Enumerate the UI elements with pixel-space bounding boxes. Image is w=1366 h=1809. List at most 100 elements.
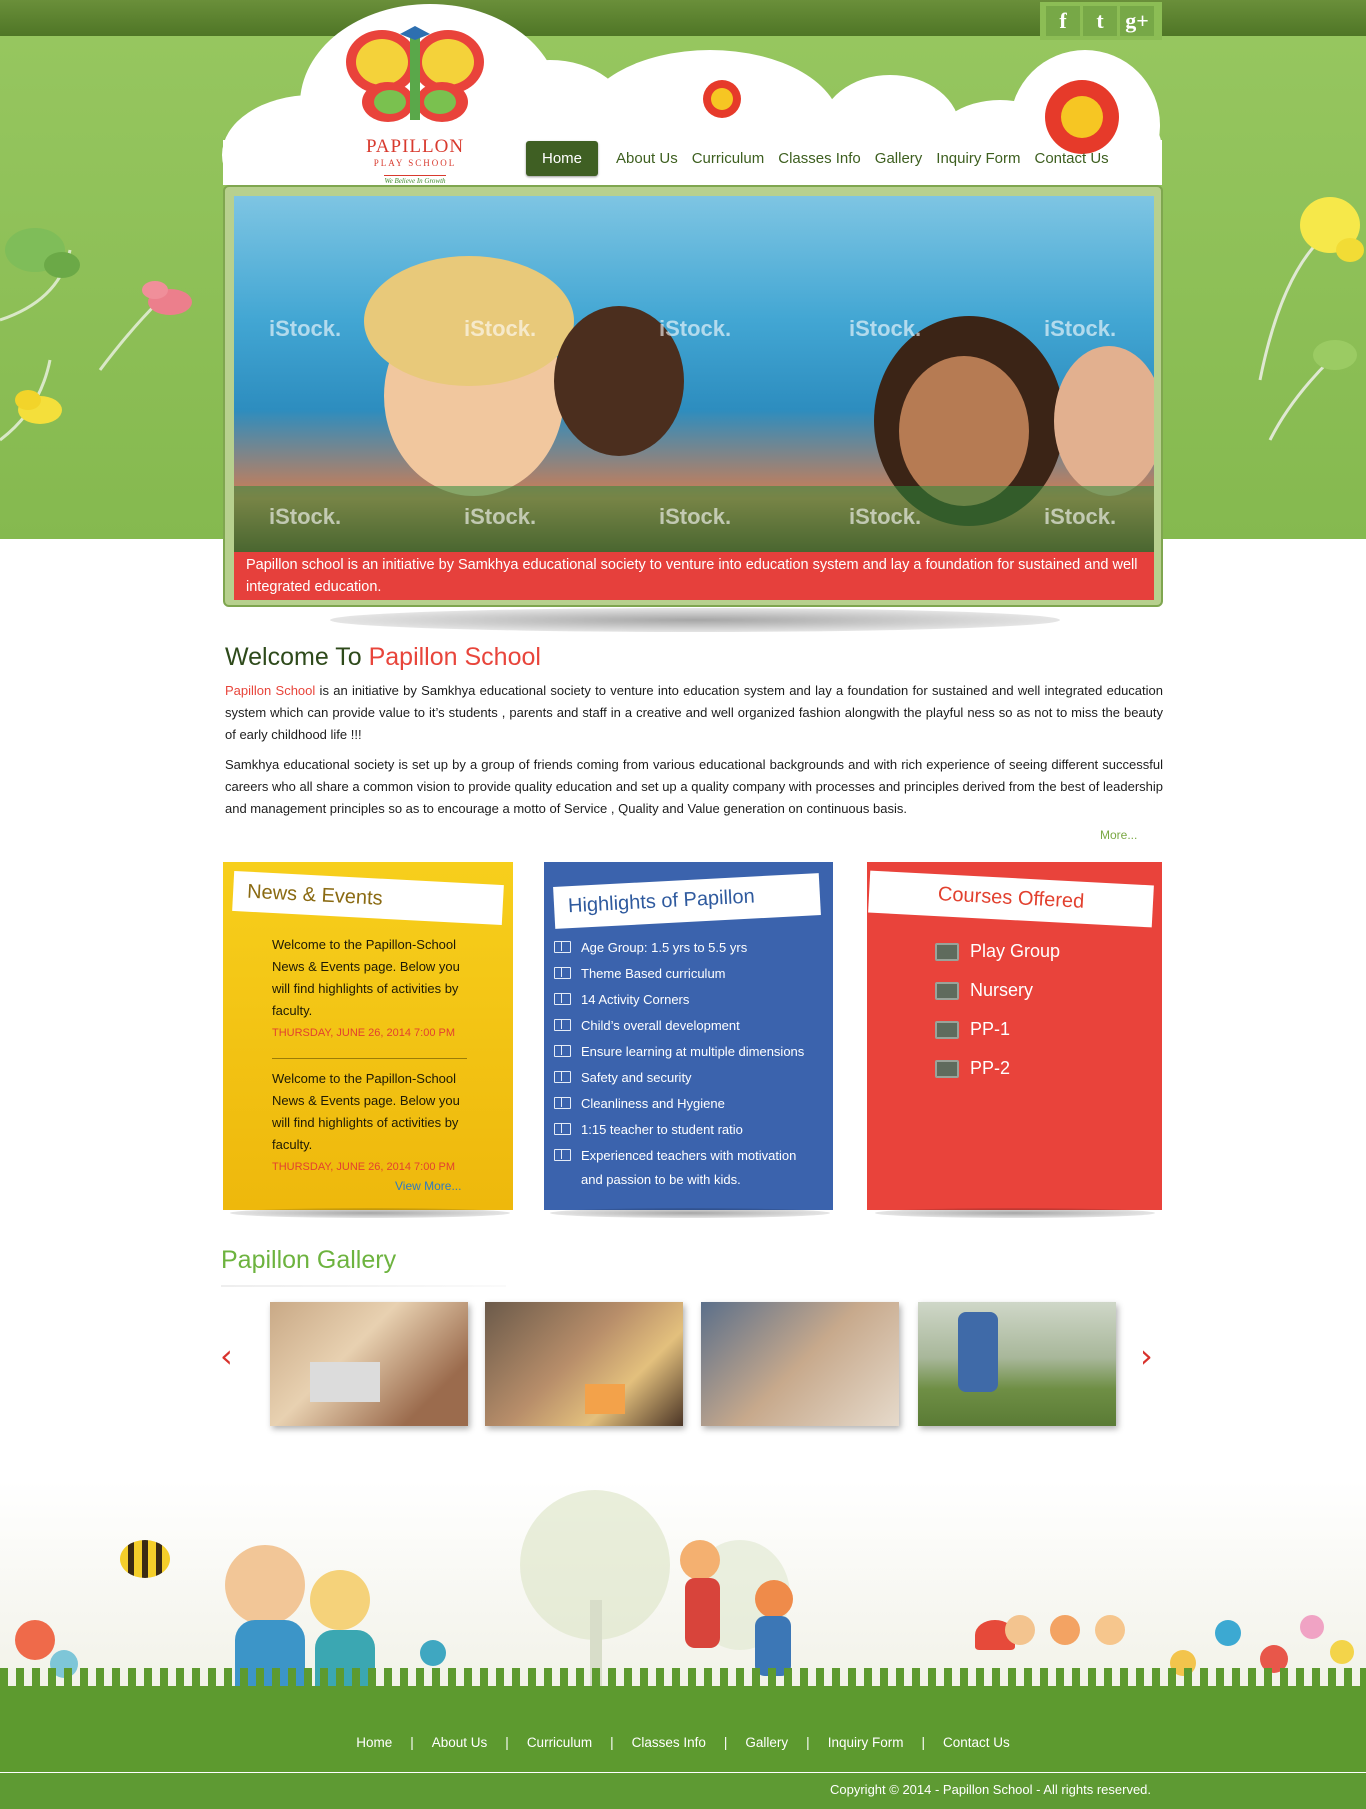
box-shadow — [550, 1208, 830, 1218]
watermark: iStock. — [464, 504, 537, 529]
courses-title: Courses Offered — [868, 870, 1154, 928]
copyright-text: Copyright © 2014 - Papillon School - All… — [830, 1782, 1152, 1797]
courses-box: Courses Offered Play Group Nursery PP-1 … — [867, 862, 1162, 1210]
highlights-continuation: and passion to be with kids. — [581, 1172, 741, 1187]
sun-icon — [703, 80, 741, 118]
butterfly-kites-left — [0, 228, 192, 442]
site-logo[interactable]: PAPILLON PLAY SCHOOL We Believe In Growt… — [340, 20, 490, 185]
box-shadow — [230, 1208, 510, 1218]
footer-nav-inquiry-form[interactable]: Inquiry Form — [828, 1735, 904, 1750]
news-item[interactable]: Welcome to the Papillon-School News & Ev… — [272, 1068, 467, 1178]
gallery-next-arrow[interactable]: › — [1140, 1340, 1164, 1372]
book-icon — [554, 967, 571, 979]
gallery-thumbnail[interactable] — [485, 1302, 683, 1426]
footer-separator: | — [610, 1735, 614, 1750]
watermark: iStock. — [1044, 504, 1117, 529]
nav-curriculum[interactable]: Curriculum — [685, 150, 772, 167]
news-date: THURSDAY, JUNE 26, 2014 7:00 PM — [272, 1027, 456, 1039]
course-item[interactable]: PP-2 — [935, 1049, 1060, 1088]
more-link[interactable]: More... — [1100, 828, 1137, 842]
butterfly-logo-icon — [346, 26, 484, 122]
google-plus-icon[interactable]: g+ — [1120, 6, 1154, 36]
book-icon — [554, 1019, 571, 1031]
nav-inquiry-form[interactable]: Inquiry Form — [929, 150, 1027, 167]
footer-nav-home[interactable]: Home — [356, 1735, 392, 1750]
watermark: iStock. — [1044, 316, 1117, 341]
course-item[interactable]: Play Group — [935, 932, 1060, 971]
highlights-title: Highlights of Papillon — [553, 873, 821, 929]
course-item[interactable]: PP-1 — [935, 1010, 1060, 1049]
course-icon — [935, 1020, 959, 1039]
highlights-box: Highlights of Papillon Age Group: 1.5 yr… — [544, 862, 833, 1210]
news-text: Welcome to the Papillon-School News & Ev… — [272, 1071, 460, 1152]
grass — [0, 1686, 1366, 1772]
butterfly-kites-right — [1258, 197, 1364, 441]
list-item: Theme Based curriculum — [554, 960, 804, 986]
watermark: iStock. — [269, 504, 342, 529]
courses-list: Play Group Nursery PP-1 PP-2 — [935, 932, 1060, 1088]
book-icon — [554, 1149, 571, 1161]
footer-separator: | — [505, 1735, 509, 1750]
highlights-list: Age Group: 1.5 yrs to 5.5 yrs Theme Base… — [554, 934, 804, 1168]
book-icon — [554, 1123, 571, 1135]
logo-tagline: We Believe In Growth — [384, 175, 446, 185]
news-events-title: News & Events — [232, 870, 504, 926]
welcome-title: Welcome To Papillon School — [225, 643, 541, 672]
nav-gallery[interactable]: Gallery — [868, 150, 930, 167]
news-item[interactable]: Welcome to the Papillon-School News & Ev… — [272, 934, 467, 1044]
nav-contact-us[interactable]: Contact Us — [1027, 150, 1115, 167]
footer-nav-curriculum[interactable]: Curriculum — [527, 1735, 592, 1750]
main-nav: Home About Us Curriculum Classes Info Ga… — [526, 141, 1116, 176]
nav-about-us[interactable]: About Us — [609, 150, 685, 167]
social-links: f t g+ — [1040, 2, 1162, 40]
book-icon — [554, 1045, 571, 1057]
logo-title: PAPILLON — [365, 136, 465, 157]
gallery-prev-arrow[interactable]: ‹ — [220, 1340, 244, 1372]
course-item[interactable]: Nursery — [935, 971, 1060, 1010]
hero-image: iStock. iStock. iStock. iStock. iStock. … — [234, 196, 1154, 552]
course-icon — [935, 981, 959, 1000]
list-item: Age Group: 1.5 yrs to 5.5 yrs — [554, 934, 804, 960]
welcome-paragraph-1: Papillon School is an initiative by Samk… — [225, 680, 1163, 746]
news-text: Welcome to the Papillon-School News & Ev… — [272, 937, 460, 1018]
footer-nav-about-us[interactable]: About Us — [432, 1735, 488, 1750]
view-more-link[interactable]: View More... — [395, 1179, 461, 1193]
facebook-icon[interactable]: f — [1046, 6, 1080, 36]
paragraph-text: is an initiative by Samkhya educational … — [225, 683, 1163, 742]
footer-nav: Home | About Us | Curriculum | Classes Info… — [0, 1735, 1366, 1750]
footer-nav-gallery[interactable]: Gallery — [745, 1735, 788, 1750]
welcome-title-prefix: Welcome To — [225, 643, 369, 671]
logo-subtitle: PLAY SCHOOL — [373, 158, 457, 168]
news-events-box: News & Events Welcome to the Papillon-Sc… — [223, 862, 513, 1210]
book-icon — [554, 941, 571, 953]
watermark: iStock. — [659, 316, 732, 341]
nav-classes-info[interactable]: Classes Info — [771, 150, 868, 167]
hero-slider: iStock. iStock. iStock. iStock. iStock. … — [223, 185, 1163, 607]
list-item: Experienced teachers with motivation — [554, 1142, 804, 1168]
nav-home[interactable]: Home — [526, 141, 599, 176]
box-shadow — [875, 1208, 1155, 1218]
watermark: iStock. — [269, 316, 342, 341]
list-item: Ensure learning at multiple dimensions — [554, 1038, 804, 1064]
gallery-thumbnail[interactable] — [918, 1302, 1116, 1426]
watermark: iStock. — [659, 504, 732, 529]
welcome-paragraph-2: Samkhya educational society is set up by… — [225, 757, 1163, 816]
book-icon — [554, 1071, 571, 1083]
slider-caption: Papillon school is an initiative by Samk… — [234, 552, 1154, 600]
news-divider — [272, 1058, 467, 1059]
book-icon — [554, 993, 571, 1005]
welcome-title-school: Papillon School — [368, 643, 541, 671]
footer-separator: | — [921, 1735, 925, 1750]
gallery-thumbnail[interactable] — [270, 1302, 468, 1426]
footer-nav-contact-us[interactable]: Contact Us — [943, 1735, 1010, 1750]
twitter-icon[interactable]: t — [1083, 6, 1117, 36]
news-date: THURSDAY, JUNE 26, 2014 7:00 PM — [272, 1161, 456, 1173]
gallery-title: Papillon Gallery — [221, 1246, 397, 1274]
school-name-link[interactable]: Papillon School — [225, 683, 315, 698]
gallery-thumbnail[interactable] — [701, 1302, 899, 1426]
footer-separator: | — [410, 1735, 414, 1750]
footer-nav-classes-info[interactable]: Classes Info — [632, 1735, 706, 1750]
slider-shadow — [330, 608, 1060, 632]
footer-separator: | — [806, 1735, 810, 1750]
list-item: Child’s overall development — [554, 1012, 804, 1038]
